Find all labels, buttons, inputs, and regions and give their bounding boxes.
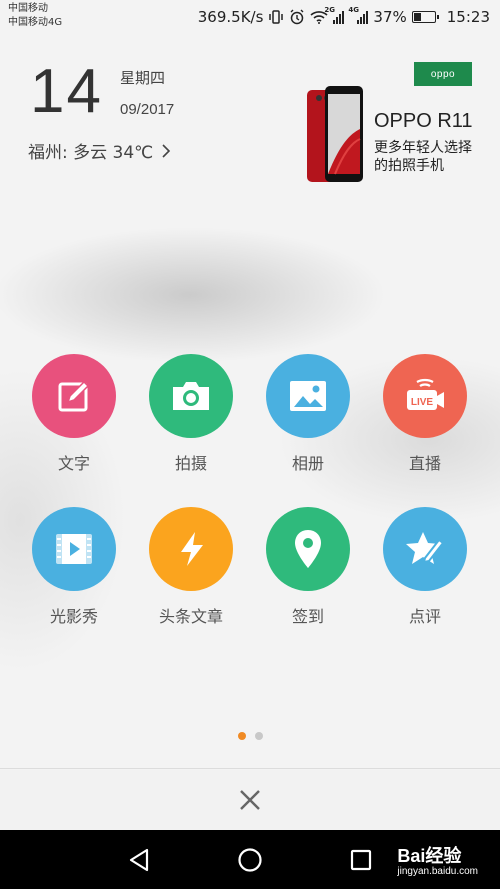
back-triangle-icon	[129, 848, 149, 872]
app-label: 相册	[291, 454, 324, 473]
location-pin-icon	[266, 507, 350, 591]
close-icon	[240, 790, 260, 810]
weather-text: 福州: 多云 34℃	[28, 143, 154, 163]
app-label: 签到	[291, 607, 324, 626]
navigation-bar: Bai经验 jingyan.baidu.com	[0, 830, 500, 889]
recent-square-icon	[350, 849, 372, 871]
phone-image[interactable]	[305, 84, 367, 186]
lightning-icon	[149, 507, 233, 591]
divider	[0, 768, 500, 769]
watermark-url: jingyan.baidu.com	[397, 866, 478, 877]
home-circle-icon	[238, 848, 262, 872]
app-review[interactable]: 点评	[375, 507, 475, 627]
app-label: 直播	[408, 454, 441, 473]
app-shoot[interactable]: 拍摄	[141, 354, 241, 474]
app-album[interactable]: 相册	[258, 354, 358, 474]
app-text-post[interactable]: 文字	[24, 354, 124, 474]
vibrate-icon	[268, 9, 284, 25]
live-icon: LIVE	[383, 354, 467, 438]
alarm-icon	[289, 9, 305, 25]
date-month-year: 09/2017	[120, 101, 175, 118]
app-check-in[interactable]: 签到	[258, 507, 358, 627]
ad-title[interactable]: OPPO R11	[374, 110, 473, 133]
camera-icon	[149, 354, 233, 438]
carrier-info: 中国移动 中国移动4G	[8, 2, 62, 30]
edit-icon	[32, 354, 116, 438]
status-bar: 中国移动 中国移动4G 369.5K/s 2G 4G 37% 15:23	[0, 0, 500, 34]
weather-link[interactable]: 福州: 多云 34℃	[28, 138, 171, 163]
app-headline-article[interactable]: 头条文章	[141, 507, 241, 627]
app-label: 头条文章	[158, 607, 223, 626]
recent-apps-button[interactable]	[348, 847, 374, 873]
back-button[interactable]	[126, 847, 152, 873]
date-weekday: 星期四	[120, 69, 166, 87]
clock: 15:23	[446, 8, 490, 26]
app-label: 拍摄	[174, 454, 207, 473]
page-dot-active[interactable]	[237, 732, 246, 740]
home-button[interactable]	[237, 847, 263, 873]
app-live[interactable]: LIVE 直播	[375, 354, 475, 474]
image-icon	[266, 354, 350, 438]
date-day: 14	[30, 57, 103, 126]
watermark: Bai经验 jingyan.baidu.com	[397, 842, 478, 877]
app-label: 文字	[57, 454, 90, 473]
battery-icon	[411, 11, 439, 23]
video-icon	[32, 507, 116, 591]
app-label: 点评	[408, 607, 441, 626]
signal-sim2-icon: 4G	[348, 6, 369, 24]
svg-text:LIVE: LIVE	[411, 397, 434, 408]
app-label: 光影秀	[49, 607, 98, 626]
page-dot[interactable]	[254, 732, 263, 740]
carrier-2: 中国移动4G	[8, 17, 63, 28]
oppo-logo[interactable]: oppo	[414, 62, 472, 86]
signal-sim1-icon: 2G	[324, 6, 345, 24]
watermark-brand: Bai经验	[397, 846, 462, 866]
network-speed: 369.5K/s	[197, 8, 264, 26]
chevron-right-icon	[162, 143, 171, 158]
carrier-1: 中国移动	[8, 3, 48, 14]
star-pen-icon	[383, 507, 467, 591]
ad-subtitle: 更多年轻人选择的拍照手机	[374, 140, 472, 174]
close-button[interactable]	[232, 782, 268, 818]
page-indicator	[0, 732, 500, 740]
app-light-show[interactable]: 光影秀	[24, 507, 124, 627]
battery-percent: 37%	[373, 8, 407, 26]
